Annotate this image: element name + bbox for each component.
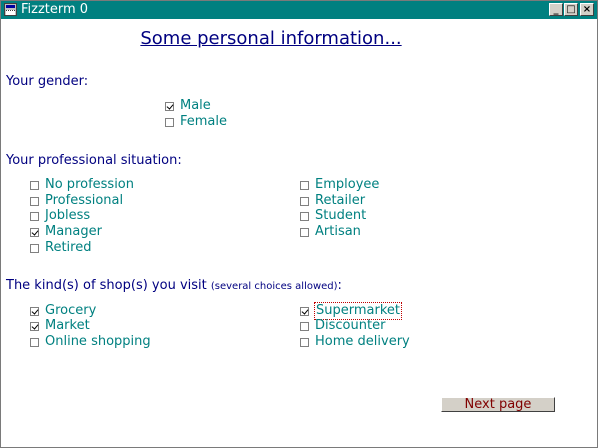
checkbox[interactable]: [30, 243, 39, 253]
profession-option-artisan[interactable]: Artisan: [300, 224, 361, 240]
option-label: Discounter: [315, 318, 386, 333]
option-label: No profession: [45, 177, 135, 192]
app-icon[interactable]: [4, 3, 17, 16]
profession-section-label: Your professional situation:: [6, 153, 182, 168]
shop-option-online-shopping[interactable]: Online shopping: [30, 334, 151, 350]
checkbox[interactable]: [300, 306, 309, 316]
profession-option-manager[interactable]: Manager: [30, 224, 102, 240]
profession-option-jobless[interactable]: Jobless: [30, 208, 90, 224]
shop-option-grocery[interactable]: Grocery: [30, 303, 96, 319]
option-label: Professional: [45, 193, 124, 208]
checkbox[interactable]: [30, 306, 39, 316]
shop-option-supermarket[interactable]: Supermarket: [300, 302, 402, 320]
checkbox[interactable]: [300, 227, 309, 237]
shops-label-suffix: :: [337, 278, 342, 293]
option-label: Female: [180, 114, 228, 129]
minimize-button[interactable]: _: [549, 3, 563, 16]
checkbox[interactable]: [165, 117, 174, 127]
title-bar[interactable]: Fizzterm 0 _ □ ×: [1, 1, 597, 19]
gender-section-label: Your gender:: [6, 74, 89, 89]
option-label: Online shopping: [45, 334, 151, 349]
checkbox[interactable]: [300, 321, 309, 331]
shops-section-label: The kind(s) of shop(s) you visit (severa…: [6, 278, 342, 293]
profession-option-retailer[interactable]: Retailer: [300, 193, 365, 209]
option-label: Male: [180, 98, 211, 113]
option-label: Market: [45, 318, 90, 333]
profession-option-retired[interactable]: Retired: [30, 240, 91, 256]
checkbox[interactable]: [30, 227, 39, 237]
checkbox[interactable]: [300, 211, 309, 221]
option-label: Retailer: [315, 193, 366, 208]
shop-option-home-delivery[interactable]: Home delivery: [300, 334, 410, 350]
page-title: Some personal information...: [140, 28, 402, 49]
checkbox[interactable]: [30, 196, 39, 206]
checkbox[interactable]: [300, 337, 309, 347]
checkbox[interactable]: [30, 211, 39, 221]
profession-option-employee[interactable]: Employee: [300, 177, 379, 193]
checkbox[interactable]: [30, 337, 39, 347]
window-title: Fizzterm 0: [21, 2, 89, 17]
checkbox[interactable]: [300, 180, 309, 190]
checkbox[interactable]: [30, 180, 39, 190]
application-window: Fizzterm 0 _ □ × Some personal informati…: [0, 0, 598, 448]
gender-option-female[interactable]: Female: [165, 114, 227, 130]
option-label: Retired: [45, 240, 92, 255]
checkbox[interactable]: [30, 321, 39, 331]
option-label: Home delivery: [315, 334, 410, 349]
close-button[interactable]: ×: [580, 3, 594, 16]
profession-option-professional[interactable]: Professional: [30, 193, 123, 209]
checkbox[interactable]: [300, 196, 309, 206]
option-label: Manager: [45, 224, 102, 239]
checkbox[interactable]: [165, 101, 174, 111]
next-page-button[interactable]: Next page: [441, 397, 555, 412]
option-label: Artisan: [315, 224, 361, 239]
profession-option-no-profession[interactable]: No profession: [30, 177, 134, 193]
option-label: Jobless: [45, 208, 91, 223]
option-label: Supermarket: [314, 302, 402, 320]
profession-option-student[interactable]: Student: [300, 208, 366, 224]
shops-label-text: The kind(s) of shop(s) you visit: [6, 278, 211, 293]
option-label: Student: [315, 208, 367, 223]
option-label: Employee: [315, 177, 380, 192]
maximize-button[interactable]: □: [564, 3, 578, 16]
shop-option-market[interactable]: Market: [30, 318, 90, 334]
shops-label-note: (several choices allowed): [210, 281, 338, 292]
option-label: Grocery: [45, 303, 97, 318]
shop-option-discounter[interactable]: Discounter: [300, 318, 385, 334]
gender-option-male[interactable]: Male: [165, 98, 211, 114]
